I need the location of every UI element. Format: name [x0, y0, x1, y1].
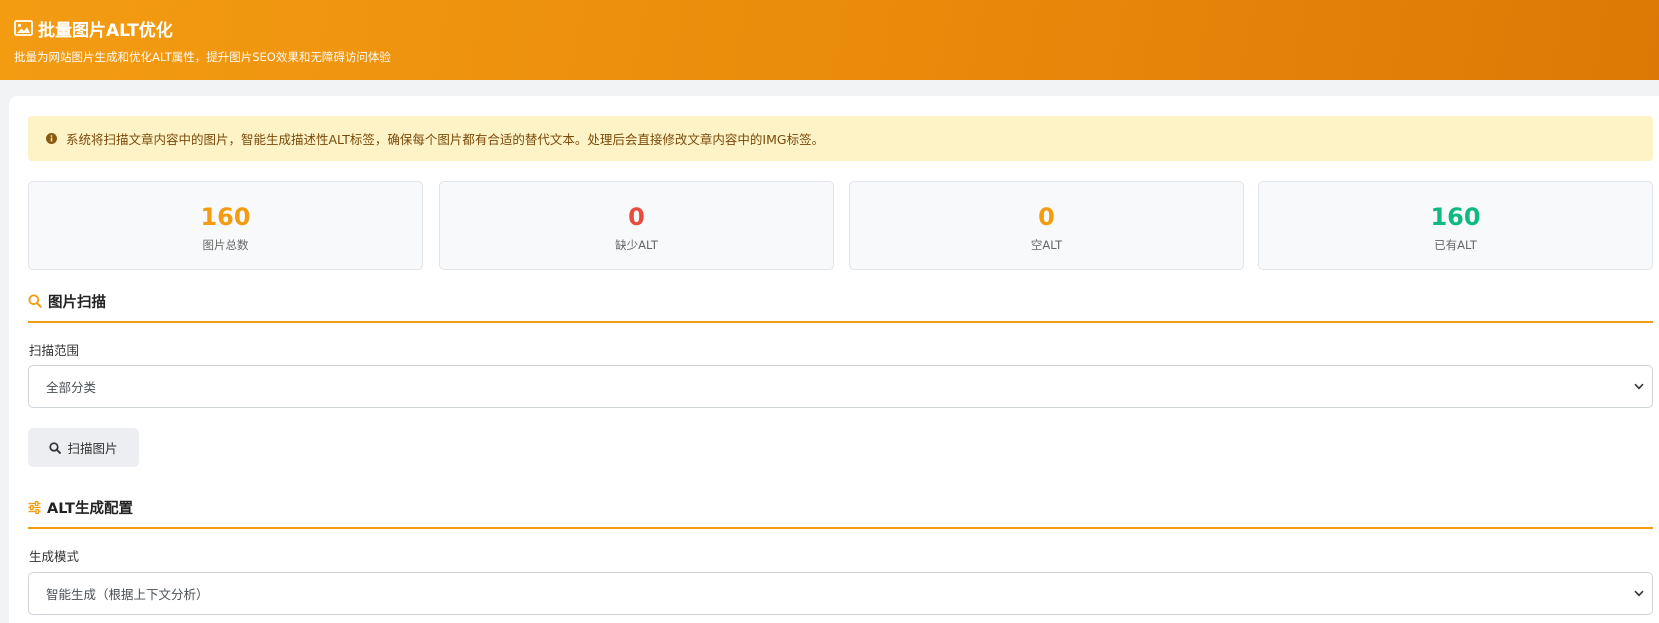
search-icon — [28, 294, 42, 308]
chevron-down-icon — [1634, 383, 1644, 390]
stat-label: 已有ALT — [1434, 238, 1477, 252]
sliders-icon — [28, 500, 41, 514]
scan-range-label: 扫描范围 — [29, 343, 80, 358]
stat-card-total: 160 图片总数 — [28, 181, 423, 270]
stat-value: 160 — [1430, 203, 1481, 231]
main-card — [9, 96, 1659, 623]
stat-card-empty-alt: 0 空ALT — [849, 181, 1244, 270]
section-title-text: 图片扫描 — [48, 294, 106, 311]
stat-card-has-alt: 160 已有ALT — [1258, 181, 1653, 270]
image-icon — [14, 20, 33, 36]
section-title-text: ALT生成配置 — [47, 500, 133, 517]
search-icon — [49, 441, 62, 454]
stat-card-missing-alt: 0 缺少ALT — [439, 181, 834, 270]
info-icon — [46, 133, 57, 144]
page-header: 批量图片ALT优化 批量为网站图片生成和优化ALT属性，提升图片SEO效果和无障… — [0, 0, 1659, 80]
stat-value: 0 — [1038, 203, 1055, 231]
notice-text: 系统将扫描文章内容中的图片，智能生成描述性ALT标签，确保每个图片都有合适的替代… — [66, 132, 825, 147]
scan-images-button[interactable]: 扫描图片 — [28, 428, 139, 467]
header-title-row: 批量图片ALT优化 — [14, 16, 1645, 41]
chevron-down-icon — [1634, 590, 1644, 597]
select-value: 智能生成（根据上下文分析） — [46, 587, 209, 602]
section-divider — [28, 527, 1653, 529]
gen-mode-select[interactable]: 智能生成（根据上下文分析） — [28, 572, 1653, 615]
stat-label: 图片总数 — [202, 238, 249, 252]
page-title: 批量图片ALT优化 — [38, 20, 173, 41]
button-label: 扫描图片 — [67, 441, 118, 456]
info-notice: 系统将扫描文章内容中的图片，智能生成描述性ALT标签，确保每个图片都有合适的替代… — [28, 116, 1653, 161]
gen-mode-label: 生成模式 — [29, 549, 80, 564]
scan-section-title: 图片扫描 — [28, 289, 1653, 313]
stat-label: 空ALT — [1030, 238, 1063, 252]
scan-range-select[interactable]: 全部分类 — [28, 365, 1653, 408]
alt-config-section-title: ALT生成配置 — [28, 495, 1653, 519]
stat-value: 0 — [628, 203, 645, 231]
select-value: 全部分类 — [46, 380, 97, 395]
stat-value: 160 — [200, 203, 251, 231]
stat-label: 缺少ALT — [615, 238, 658, 252]
page-subtitle: 批量为网站图片生成和优化ALT属性，提升图片SEO效果和无障碍访问体验 — [14, 50, 391, 64]
section-divider — [28, 321, 1653, 323]
